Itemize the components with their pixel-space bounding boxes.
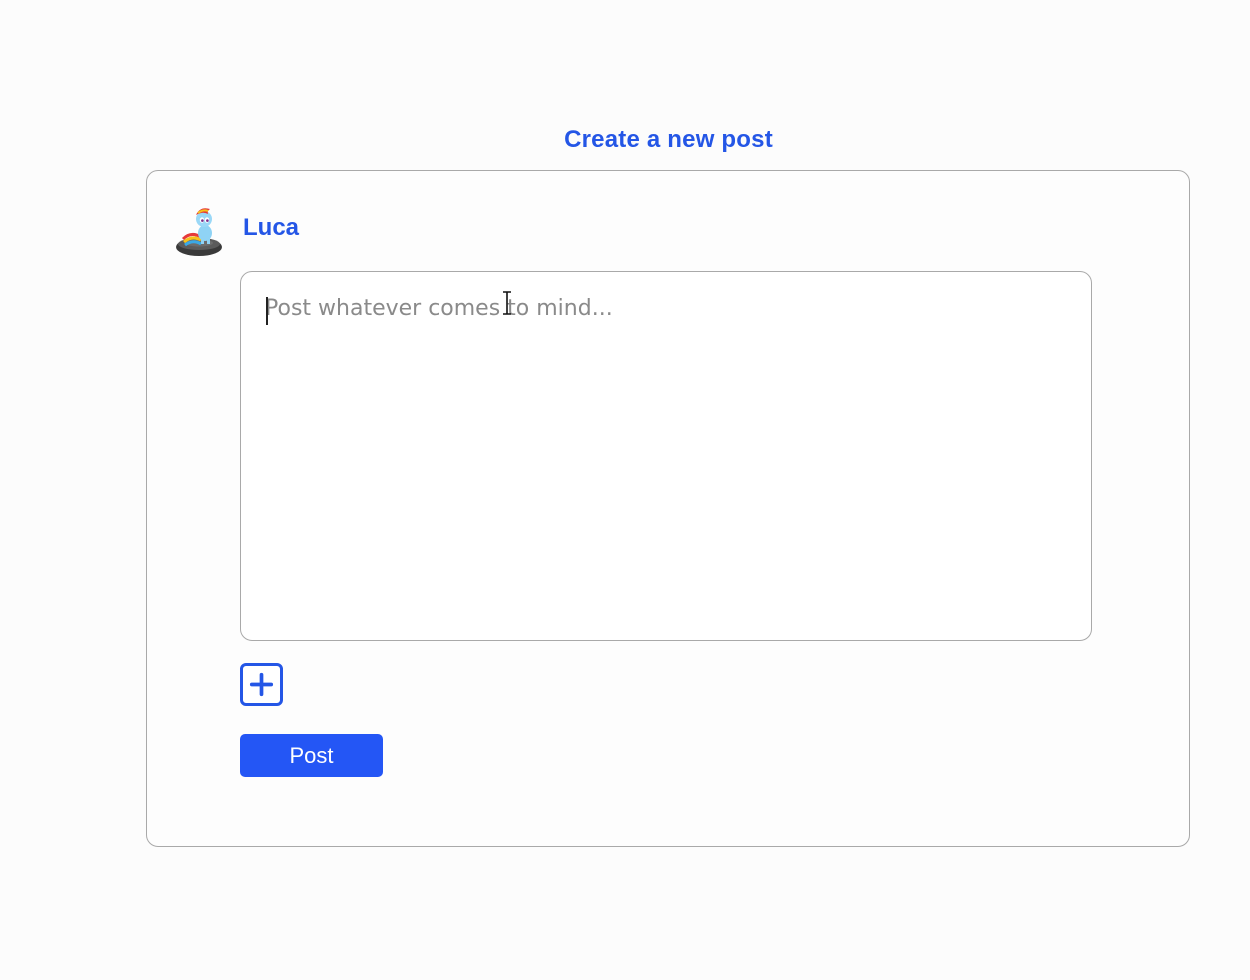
text-caret: [266, 297, 268, 325]
post-content-input[interactable]: [240, 271, 1092, 641]
i-beam-cursor-icon: [500, 291, 514, 320]
author-name[interactable]: Luca: [243, 214, 299, 242]
page-title: Create a new post: [564, 126, 773, 153]
avatar: [173, 203, 225, 259]
create-post-card: Luca Post: [146, 170, 1190, 847]
plus-square-icon: [249, 672, 274, 697]
add-media-button[interactable]: [240, 663, 283, 706]
avatar-image: [176, 208, 222, 256]
post-button[interactable]: Post: [240, 734, 383, 777]
